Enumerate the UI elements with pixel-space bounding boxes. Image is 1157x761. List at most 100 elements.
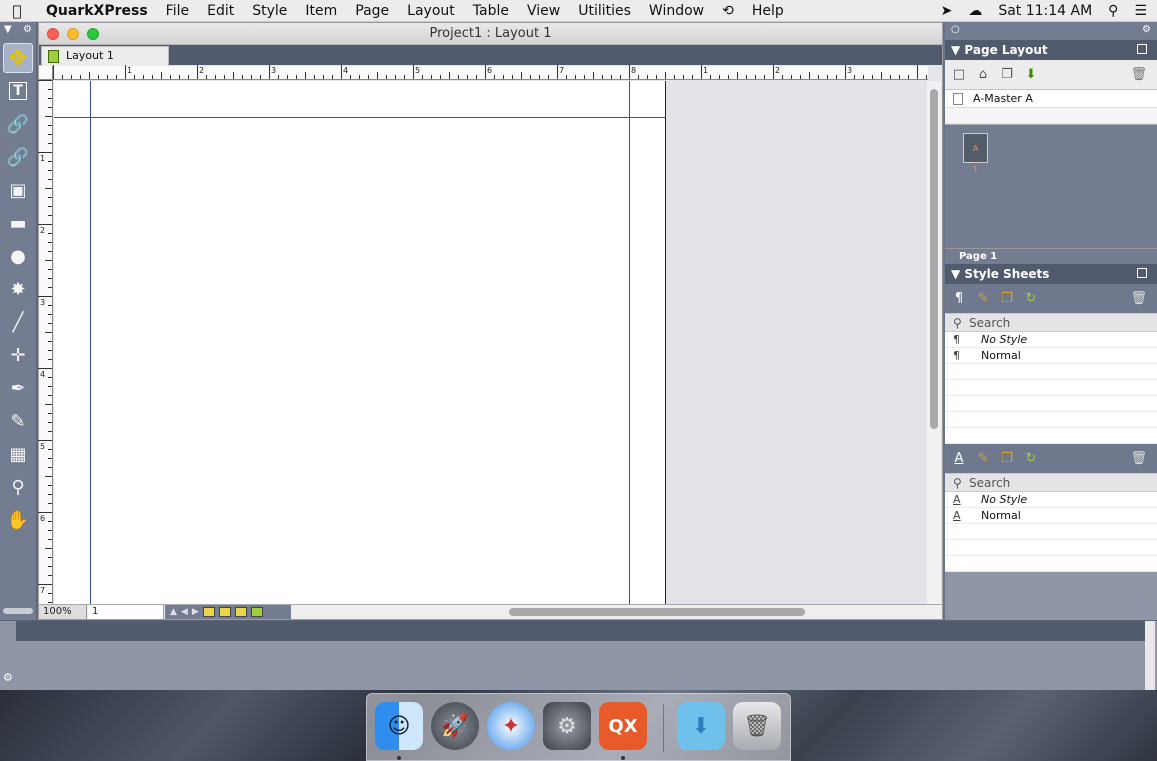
menu-view[interactable]: View	[518, 3, 569, 19]
menu-file[interactable]: File	[157, 3, 198, 19]
ruler-origin[interactable]	[39, 66, 53, 80]
close-window-button[interactable]	[47, 28, 59, 40]
menu-table[interactable]: Table	[464, 3, 518, 19]
delete-style-icon[interactable]: 🗑	[1130, 451, 1147, 466]
split-columns-icon[interactable]	[234, 607, 247, 617]
finder-icon[interactable]: ☺	[375, 702, 423, 750]
cursor-icon[interactable]: ➤	[941, 3, 953, 19]
edit-style-pencil-icon[interactable]: ✎	[975, 451, 991, 467]
pan-tool-button[interactable]: ✋	[3, 505, 33, 535]
master-page-row[interactable]: A-Master A	[945, 90, 1157, 108]
update-style-icon[interactable]: ↻	[1023, 451, 1039, 467]
collapse-triangle-icon[interactable]: ▼	[4, 24, 12, 38]
menu-window[interactable]: Window	[640, 3, 713, 19]
ruler-tick	[296, 75, 297, 79]
pen-tool-button[interactable]: ✒	[3, 373, 33, 403]
zoom-tool-button[interactable]: ⚲	[3, 472, 33, 502]
clock[interactable]: Sat 11:14 AM	[998, 3, 1092, 19]
menu-utilities[interactable]: Utilities	[569, 3, 640, 19]
pasteboard[interactable]	[54, 81, 929, 605]
vertical-ruler[interactable]: 1 2 3 4 5 6 7	[38, 80, 53, 605]
detach-palette-icon[interactable]	[1137, 44, 1147, 54]
lower-gear-icon[interactable]: ⚙	[3, 671, 13, 684]
table-tool-button[interactable]: ▦	[3, 439, 33, 469]
document-titlebar[interactable]: Project1 : Layout 1	[39, 23, 942, 45]
tools-resize-handle[interactable]	[3, 608, 33, 614]
lower-scrollbar[interactable]	[1145, 621, 1155, 691]
update-style-icon[interactable]: ↻	[1023, 291, 1039, 307]
freehand-tool-button[interactable]: ✎	[3, 406, 33, 436]
spotlight-icon[interactable]: ⚲	[1108, 3, 1118, 19]
apply-master-icon[interactable]: ⬇	[1023, 67, 1039, 83]
cloud-icon[interactable]: ☁	[968, 3, 982, 19]
character-style-item[interactable]: A No Style	[945, 492, 1157, 508]
character-style-item[interactable]: A Normal	[945, 508, 1157, 524]
menu-item[interactable]: Item	[296, 3, 346, 19]
menu-style[interactable]: Style	[243, 3, 296, 19]
rectangle-box-tool-button[interactable]: ▬	[3, 208, 33, 238]
page-number-field[interactable]: 1	[88, 605, 164, 619]
zoom-window-button[interactable]	[87, 28, 99, 40]
menu-layout[interactable]: Layout	[398, 3, 464, 19]
downloads-folder-icon[interactable]: ⬇	[677, 702, 725, 750]
new-character-style-icon[interactable]: A	[951, 451, 967, 467]
horizontal-scroll-thumb[interactable]	[509, 608, 805, 616]
quarkxpress-icon[interactable]: QX	[599, 702, 647, 750]
page-layout-palette-title[interactable]: ▼ Page Layout	[945, 40, 1157, 60]
style-sheets-palette-title[interactable]: ▼ Style Sheets	[945, 264, 1157, 284]
new-paragraph-style-icon[interactable]: ¶	[951, 291, 967, 307]
line-tool-button[interactable]: ╱	[3, 307, 33, 337]
horizontal-ruler[interactable]: 1 2 3 4 5 6 7 8 1 2 3	[53, 65, 928, 80]
starburst-tool-button[interactable]: ✸	[3, 274, 33, 304]
palette-close-icon[interactable]: ○	[951, 24, 960, 38]
split-horizontal-icon[interactable]	[202, 607, 215, 617]
vertical-scrollbar[interactable]	[927, 81, 941, 605]
paragraph-style-search[interactable]: ⚲ Search	[945, 314, 1157, 332]
menu-edit[interactable]: Edit	[198, 3, 243, 19]
detach-palette-icon[interactable]	[1137, 268, 1147, 278]
export-arrow-icon[interactable]	[250, 607, 263, 617]
safari-icon[interactable]: ✦	[487, 702, 535, 750]
paragraph-style-item[interactable]: ¶ Normal	[945, 348, 1157, 364]
delete-page-icon[interactable]: 🗑	[1130, 67, 1147, 82]
delete-style-icon[interactable]: 🗑	[1130, 291, 1147, 306]
master-page-icon[interactable]: ⌂	[975, 67, 991, 83]
system-preferences-icon[interactable]: ⚙	[543, 702, 591, 750]
unlinking-tool-button[interactable]: 🔗	[3, 142, 33, 172]
duplicate-page-icon[interactable]: ❐	[999, 67, 1015, 83]
split-vertical-icon[interactable]	[218, 607, 231, 617]
zoom-field[interactable]: 100%	[39, 605, 87, 619]
pages-area[interactable]: A 1 Page 1	[945, 124, 1157, 264]
blank-page-icon[interactable]: □	[951, 67, 967, 83]
launchpad-icon[interactable]: 🚀	[431, 702, 479, 750]
menu-page[interactable]: Page	[346, 3, 398, 19]
oval-box-tool-button[interactable]: ●	[3, 241, 33, 271]
character-style-search[interactable]: ⚲ Search	[945, 474, 1157, 492]
paragraph-style-item[interactable]: ¶ No Style	[945, 332, 1157, 348]
duplicate-style-icon[interactable]: ❐	[999, 291, 1015, 307]
item-tool-button[interactable]: ✥	[3, 43, 33, 73]
apple-icon[interactable]: 	[0, 2, 34, 20]
bezier-line-tool-button[interactable]: ✛	[3, 340, 33, 370]
minimize-window-button[interactable]	[67, 28, 79, 40]
next-page-icon[interactable]: ▶	[192, 607, 199, 617]
ruler-tick	[548, 75, 549, 79]
palette-gear-icon[interactable]: ⚙	[1142, 24, 1151, 38]
vertical-scroll-thumb[interactable]	[930, 89, 938, 429]
text-content-tool-button[interactable]: T	[3, 76, 33, 106]
gear-icon[interactable]: ⚙	[23, 24, 32, 38]
menu-help[interactable]: Help	[743, 3, 793, 19]
previous-page-icon[interactable]: ◀	[181, 607, 188, 617]
page-menu-up-icon[interactable]: ▲	[170, 607, 177, 617]
edit-style-pencil-icon[interactable]: ✎	[975, 291, 991, 307]
menu-app-name[interactable]: QuarkXPress	[34, 3, 157, 19]
tab-layout-1[interactable]: Layout 1	[41, 46, 169, 66]
layout-page[interactable]	[54, 81, 666, 605]
notification-center-icon[interactable]: ☰	[1134, 3, 1147, 19]
script-icon[interactable]: ⟲	[713, 3, 743, 19]
trash-icon[interactable]: 🗑	[733, 702, 781, 750]
duplicate-style-icon[interactable]: ❐	[999, 451, 1015, 467]
picture-content-tool-button[interactable]: ▣	[3, 175, 33, 205]
linking-tool-button[interactable]: 🔗	[3, 109, 33, 139]
page-thumbnail[interactable]: A	[963, 133, 988, 163]
